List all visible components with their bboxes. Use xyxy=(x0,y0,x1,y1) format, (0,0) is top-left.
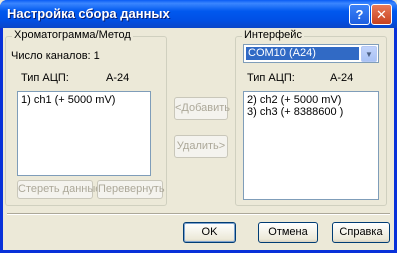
remove-button[interactable]: Удалить> xyxy=(174,135,228,158)
channel-count-label: Число каналов: 1 xyxy=(11,50,100,62)
help-title-button[interactable]: ? xyxy=(349,4,370,25)
interface-select[interactable]: COM10 (A24) ▼ xyxy=(243,44,379,63)
ok-button[interactable]: OK xyxy=(183,222,236,243)
right-channel-list[interactable]: 2) ch2 (+ 5000 mV) 3) ch3 (+ 8388600 ) xyxy=(243,91,379,200)
add-button[interactable]: <Добавить xyxy=(174,97,230,120)
list-item[interactable]: 1) ch1 (+ 5000 mV) xyxy=(21,94,147,106)
left-channel-list[interactable]: 1) ch1 (+ 5000 mV) xyxy=(17,91,151,176)
chromatogram-method-legend: Хроматограмма/Метод xyxy=(12,29,133,41)
settings-dialog: Настройка сбора данных ? ✕ Хроматограмма… xyxy=(0,0,397,253)
close-icon[interactable]: ✕ xyxy=(371,4,392,25)
window-title: Настройка сбора данных xyxy=(7,6,170,21)
list-item[interactable]: 3) ch3 (+ 8388600 ) xyxy=(247,106,375,118)
footer-separator xyxy=(7,213,390,215)
chevron-down-icon[interactable]: ▼ xyxy=(361,46,377,62)
help-button[interactable]: Справка xyxy=(332,222,390,243)
interface-select-value: COM10 (A24) xyxy=(246,47,359,60)
right-adc-type-value: A-24 xyxy=(330,72,354,84)
clear-data-button[interactable]: Стереть данные xyxy=(17,180,101,199)
right-adc-type-label: Тип АЦП: xyxy=(247,72,295,84)
cancel-button[interactable]: Отмена xyxy=(258,222,318,243)
left-adc-type-label: Тип АЦП: xyxy=(21,72,69,84)
interface-legend: Интерфейс xyxy=(242,29,304,41)
list-item[interactable]: 2) ch2 (+ 5000 mV) xyxy=(247,94,375,106)
left-adc-type-value: A-24 xyxy=(106,72,130,84)
title-bar[interactable]: Настройка сбора данных ? ✕ xyxy=(0,0,397,28)
flip-button[interactable]: Перевернуть xyxy=(97,180,165,199)
